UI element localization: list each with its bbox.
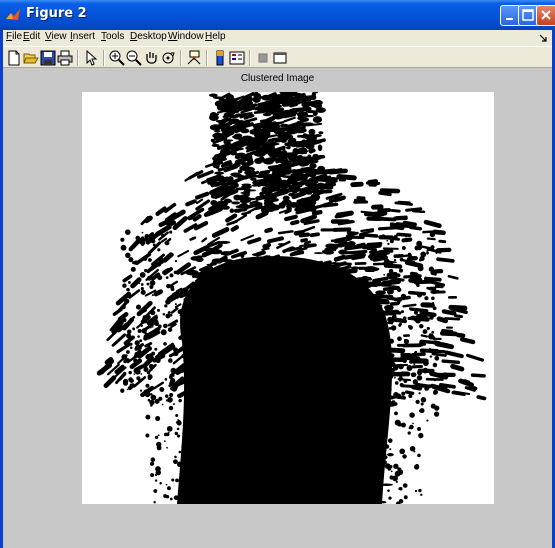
close-icon [541, 10, 551, 20]
menu-file[interactable]: File [6, 31, 22, 42]
figure-toolbar [3, 46, 552, 68]
data-cursor-icon[interactable] [186, 50, 202, 66]
close-button[interactable] [536, 5, 555, 26]
menu-view[interactable]: View [45, 31, 67, 42]
colorbar-icon[interactable] [212, 50, 228, 66]
toolbar-separator [206, 50, 208, 66]
toolbar-separator [180, 50, 182, 66]
legend-icon[interactable] [229, 50, 245, 66]
fingerprint-cluster-image [96, 90, 487, 507]
menu-help[interactable]: Help [205, 31, 226, 42]
pan-icon[interactable] [143, 50, 159, 66]
menu-desktop[interactable]: Desktop [130, 31, 167, 42]
menu-window[interactable]: Window [168, 31, 204, 42]
zoom-out-icon[interactable] [126, 50, 142, 66]
window-title: Figure 2 [26, 6, 87, 21]
axes-title: Clustered Image [240, 73, 315, 84]
figure-canvas: Clustered Image [3, 68, 552, 548]
menu-tools[interactable]: Tools [101, 31, 124, 42]
menu-bar: File Edit View Insert Tools Desktop Wind… [3, 30, 552, 46]
dock-arrow-icon[interactable] [538, 33, 548, 43]
figure-window: Figure 2 File Edit View Insert Tools Des… [0, 0, 555, 548]
zoom-in-icon[interactable] [109, 50, 125, 66]
open-file-icon[interactable] [23, 50, 39, 66]
toolbar-separator [103, 50, 105, 66]
new-file-icon[interactable] [6, 50, 22, 66]
toolbar-separator [77, 50, 79, 66]
menu-edit[interactable]: Edit [23, 31, 40, 42]
toolbar-separator [249, 50, 251, 66]
matlab-icon [6, 9, 20, 20]
save-icon[interactable] [40, 50, 56, 66]
show-plot-tools-icon[interactable] [272, 50, 288, 66]
menu-insert[interactable]: Insert [70, 31, 95, 42]
title-bar[interactable]: Figure 2 [0, 0, 555, 30]
hide-plot-tools-icon[interactable] [255, 50, 271, 66]
clustered-image [82, 90, 494, 507]
rotate-icon[interactable] [160, 50, 176, 66]
print-icon[interactable] [57, 50, 73, 66]
pointer-icon[interactable] [83, 50, 99, 66]
